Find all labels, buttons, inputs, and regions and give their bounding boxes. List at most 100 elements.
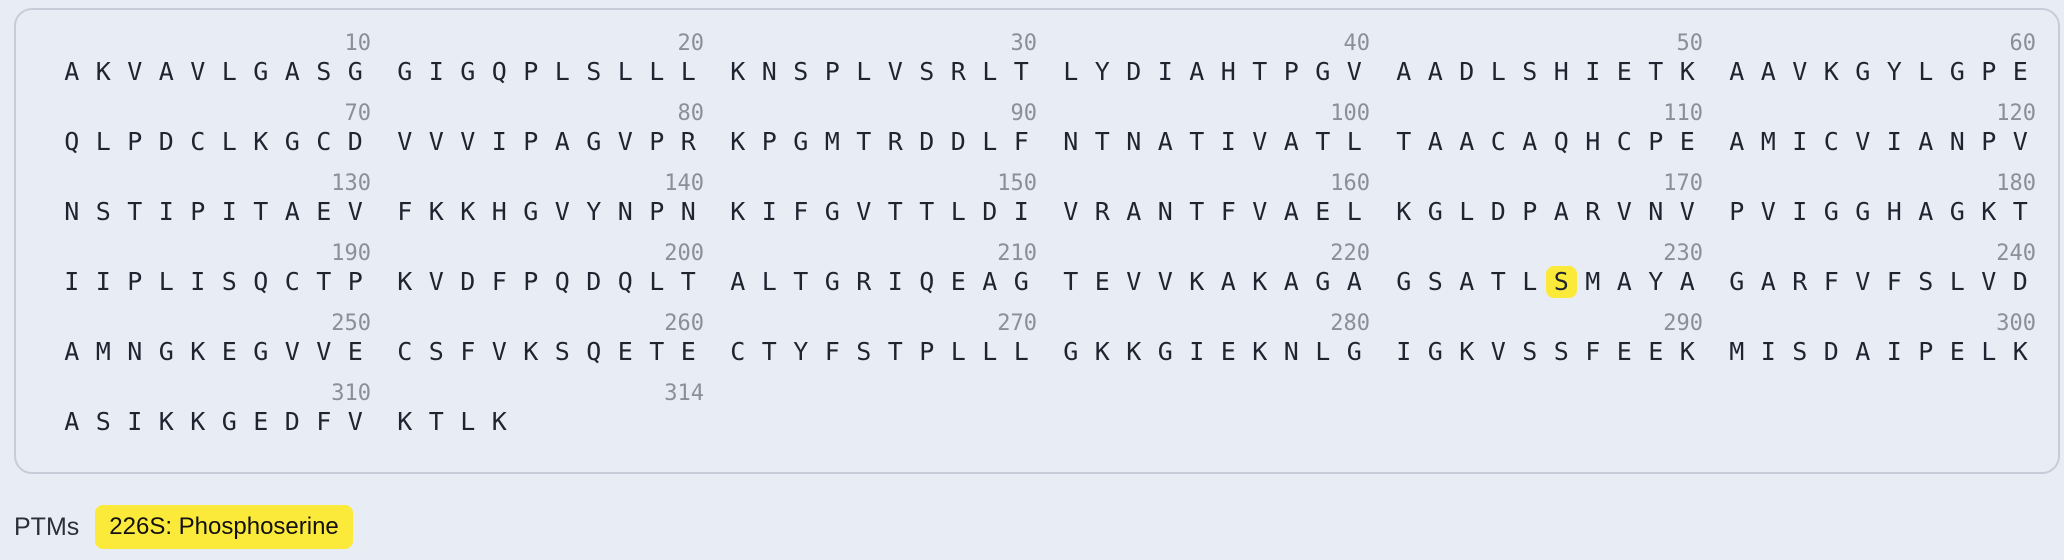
residue: G — [1427, 337, 1443, 366]
residue: N — [761, 57, 777, 86]
residue: A — [1918, 127, 1934, 156]
residue: L — [856, 57, 872, 86]
residue: V — [1792, 57, 1808, 86]
residue: Q — [1553, 127, 1569, 156]
residue: Q — [253, 267, 269, 296]
residue: P — [1648, 127, 1664, 156]
residue: K — [523, 337, 539, 366]
residue: L — [617, 57, 633, 86]
residue: G — [397, 57, 413, 86]
residue: D — [586, 267, 602, 296]
ptm-highlighted-residue[interactable]: S — [1545, 266, 1577, 298]
residue: A — [284, 57, 300, 86]
ptm-label: PTMs — [14, 512, 80, 541]
residue: K — [253, 127, 269, 156]
residue: P — [523, 57, 539, 86]
position-number: 280 — [1330, 311, 1370, 336]
residue: A — [1189, 57, 1205, 86]
residue: V — [1126, 267, 1142, 296]
position-number: 250 — [331, 311, 371, 336]
residue: T — [428, 407, 444, 436]
residue-group: QLPDCLKGCD — [56, 126, 371, 158]
residue: C — [1616, 127, 1632, 156]
residue: I — [1157, 57, 1173, 86]
residue: V — [617, 127, 633, 156]
position-number: 290 — [1663, 311, 1703, 336]
residue: M — [1729, 337, 1745, 366]
residue: Y — [1886, 57, 1902, 86]
sequence-block: 30 K N S P L V S R L T — [722, 32, 1041, 88]
residue: I — [1792, 127, 1808, 156]
residue: A — [64, 407, 80, 436]
residue: F — [460, 337, 476, 366]
residue: G — [1346, 337, 1362, 366]
sequence-block: 250 A M N G K E G V V E — [56, 312, 375, 368]
residue: P — [1981, 57, 1997, 86]
residue: P — [347, 267, 363, 296]
residue: K — [1981, 197, 1997, 226]
residue: C — [1823, 127, 1839, 156]
sequence-block: 110 T A A C A Q H C P E — [1388, 102, 1707, 158]
residue: T — [793, 267, 809, 296]
residue: A — [1616, 267, 1632, 296]
residue: I — [1220, 127, 1236, 156]
sequence-block: 310 A S I K K G E D F V — [56, 382, 375, 438]
residue: A — [1427, 57, 1443, 86]
residue: S — [1792, 337, 1808, 366]
residue: L — [1949, 267, 1965, 296]
residue: S — [1522, 337, 1538, 366]
residue: P — [761, 127, 777, 156]
residue: P — [649, 127, 665, 156]
position-number: 40 — [1343, 31, 1371, 56]
residue: P — [127, 127, 143, 156]
position-number: 70 — [344, 101, 372, 126]
residue: N — [1949, 127, 1965, 156]
residue: K — [2012, 337, 2028, 366]
residue: K — [190, 407, 206, 436]
residue: K — [1679, 337, 1695, 366]
residue: G — [158, 337, 174, 366]
ptm-row: PTMs 226S: Phosphoserine — [14, 505, 353, 549]
residue-group: KVDFPQDQLT — [389, 266, 704, 298]
residue: V — [1760, 197, 1776, 226]
residue: L — [1490, 57, 1506, 86]
residue: C — [316, 127, 332, 156]
residue: N — [617, 197, 633, 226]
residue: S — [221, 267, 237, 296]
residue: T — [1189, 127, 1205, 156]
residue: A — [1760, 57, 1776, 86]
sequence-block: 40 L Y D I A H T P G V — [1055, 32, 1374, 88]
residue: V — [428, 267, 444, 296]
residue: F — [1823, 267, 1839, 296]
residue-group: PVIGGHAGKT — [1721, 196, 2036, 228]
residue: M — [1585, 267, 1601, 296]
residue: P — [1283, 57, 1299, 86]
residue: I — [64, 267, 80, 296]
residue: E — [221, 337, 237, 366]
residue: N — [64, 197, 80, 226]
position-number: 110 — [1663, 101, 1703, 126]
residue: S — [793, 57, 809, 86]
residue: L — [950, 337, 966, 366]
ptm-chip-phosphoserine[interactable]: 226S: Phosphoserine — [95, 505, 353, 549]
residue-group: FKKHGVYNPN — [389, 196, 704, 228]
residue: A — [1283, 127, 1299, 156]
residue: I — [1585, 57, 1601, 86]
residue: S — [428, 337, 444, 366]
residue: P — [523, 127, 539, 156]
residue: T — [761, 337, 777, 366]
residue: P — [919, 337, 935, 366]
residue-group: IIPLISQCTP — [56, 266, 371, 298]
residue: L — [95, 127, 111, 156]
residue: T — [316, 267, 332, 296]
residue: L — [649, 267, 665, 296]
residue: L — [950, 197, 966, 226]
residue: K — [397, 267, 413, 296]
residue: I — [1886, 127, 1902, 156]
residue: V — [554, 197, 570, 226]
residue: T — [1490, 267, 1506, 296]
residue: E — [347, 337, 363, 366]
residue: A — [1283, 197, 1299, 226]
residue: E — [1616, 57, 1632, 86]
residue: C — [284, 267, 300, 296]
